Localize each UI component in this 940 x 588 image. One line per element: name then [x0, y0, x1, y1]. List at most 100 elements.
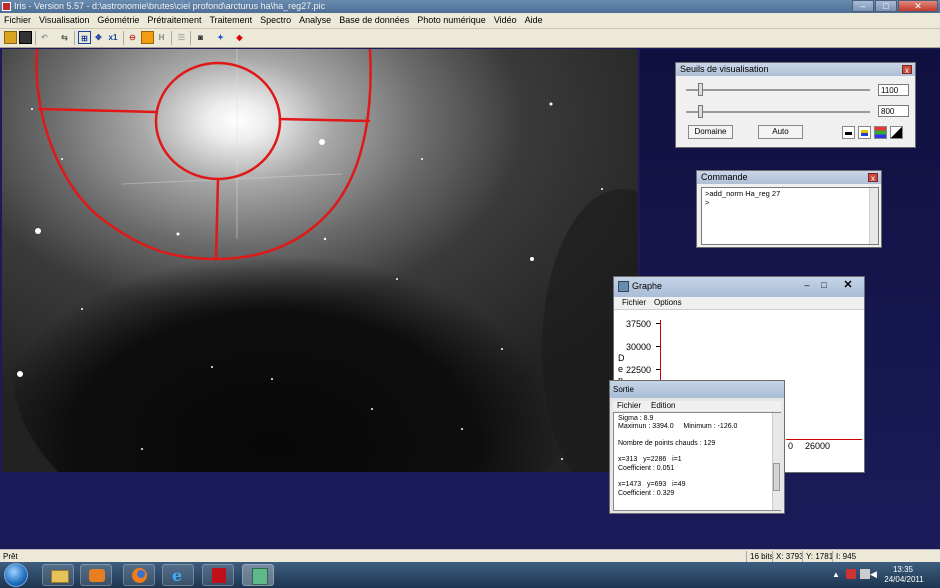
undo-icon[interactable]: ↶	[38, 31, 51, 44]
iris-icon[interactable]	[242, 564, 274, 586]
sortie-menu-edition[interactable]: Edition	[651, 401, 675, 410]
sortie-line: Coefficient : 0.329	[618, 489, 675, 497]
crosshair-icon[interactable]: ✦	[214, 31, 227, 44]
toolbar: ↶ ⇆ ⊞ ✥ x1 ⊖ H ☰ ◙ ✦ ◆	[0, 29, 940, 48]
menu-aide[interactable]: Aide	[521, 13, 547, 28]
graphe-menu-fichier[interactable]: Fichier	[622, 298, 646, 307]
graphe-minimize-button[interactable]: –	[800, 280, 814, 291]
sortie-line: x=313 y=2286 i=1	[618, 456, 682, 464]
start-button[interactable]	[4, 563, 28, 587]
explorer-icon[interactable]	[42, 564, 74, 586]
firefox-icon[interactable]	[123, 564, 155, 586]
move-icon[interactable]: ✥	[92, 31, 105, 44]
blue-yellow-palette-icon[interactable]	[858, 126, 871, 139]
y-tick-22500: 22500	[626, 365, 652, 375]
sortie-line: x=1473 y=693 i=49	[618, 481, 686, 489]
tray-flag-icon[interactable]	[846, 569, 856, 579]
h-icon[interactable]: H	[155, 31, 168, 44]
x1-icon[interactable]: x1	[106, 31, 120, 44]
sortie-line	[618, 448, 776, 456]
menu-traitement[interactable]: Traitement	[205, 13, 256, 28]
menu-geometrie[interactable]: Géométrie	[93, 13, 143, 28]
graphe-maximize-button[interactable]: □	[817, 280, 831, 291]
red-dot-icon[interactable]: ◆	[233, 31, 246, 44]
status-y: Y: 1781	[802, 551, 833, 562]
y-tick-37500: 37500	[626, 319, 652, 329]
high-threshold-input[interactable]: 1100	[878, 84, 909, 96]
menu-photo-numerique[interactable]: Photo numérique	[413, 13, 490, 28]
domaine-button[interactable]: Domaine	[688, 125, 733, 139]
graph-baseline	[786, 439, 862, 440]
rgb-palette-icon[interactable]	[874, 126, 887, 139]
sortie-line	[618, 473, 776, 481]
x-tick-26000: 26000	[805, 441, 831, 451]
acrobat-icon[interactable]	[202, 564, 234, 586]
menu-video[interactable]: Vidéo	[490, 13, 521, 28]
status-text: Prêt	[3, 552, 18, 561]
sortie-line: Nombre de points chauds : 129	[618, 439, 716, 447]
tray-volume-icon[interactable]: ◀	[870, 569, 880, 579]
sortie-scrollbar[interactable]	[772, 413, 781, 510]
y-label-d: D	[618, 353, 625, 363]
media-player-icon[interactable]	[80, 564, 112, 586]
command-input[interactable]: >add_norm Ha_reg 27 >	[701, 187, 879, 245]
save-icon[interactable]	[19, 31, 32, 44]
open-icon[interactable]	[4, 31, 17, 44]
graphe-menu-options[interactable]: Options	[654, 298, 682, 307]
high-slider-thumb[interactable]	[698, 83, 703, 96]
black-palette-icon[interactable]	[842, 126, 855, 139]
menu-pretraitement[interactable]: Prétraitement	[143, 13, 205, 28]
status-x: X: 3793	[772, 551, 804, 562]
tray-network-icon[interactable]	[860, 569, 870, 579]
grid-icon[interactable]: ⊞	[78, 31, 91, 44]
clock-date: 24/04/2011	[884, 575, 924, 584]
ie-icon[interactable]: e	[162, 564, 194, 586]
sortie-scroll-thumb[interactable]	[773, 463, 780, 491]
close-button[interactable]: ✕	[898, 0, 938, 12]
sortie-line: Coefficient : 0.051	[618, 464, 675, 472]
menu-analyse[interactable]: Analyse	[295, 13, 335, 28]
command-scrollbar[interactable]	[869, 188, 878, 244]
window-title: Iris - Version 5.57 - d:\astronomie\brut…	[14, 1, 326, 11]
commande-window: Commande x >add_norm Ha_reg 27 >	[696, 170, 882, 248]
gradient-palette-icon[interactable]	[890, 126, 903, 139]
title-bar: Iris - Version 5.57 - d:\astronomie\brut…	[0, 0, 940, 13]
high-slider-track[interactable]	[686, 89, 870, 91]
menu-spectro[interactable]: Spectro	[256, 13, 295, 28]
tray-arrow-icon[interactable]: ▲	[832, 570, 844, 580]
status-i: I: 945	[832, 551, 856, 562]
graphe-close-button[interactable]: ✕	[834, 278, 862, 292]
menu-visualisation[interactable]: Visualisation	[35, 13, 93, 28]
scope-icon[interactable]: ⊖	[126, 31, 139, 44]
y-label-e: e	[618, 364, 624, 374]
commande-close-button[interactable]: x	[868, 173, 878, 183]
status-bits: 16 bits	[746, 551, 774, 562]
menu-base-de-donnees[interactable]: Base de données	[335, 13, 413, 28]
menu-fichier[interactable]: Fichier	[0, 13, 35, 28]
low-slider-thumb[interactable]	[698, 105, 703, 118]
x-tick-partial: 0	[788, 441, 794, 451]
list-icon[interactable]: ☰	[175, 31, 188, 44]
sortie-menu-fichier[interactable]: Fichier	[617, 401, 641, 410]
sortie-line	[618, 432, 776, 440]
astro-image	[2, 49, 638, 472]
image-canvas[interactable]	[2, 49, 638, 472]
maximize-button[interactable]: □	[875, 0, 897, 12]
y-tick-30000: 30000	[626, 342, 652, 352]
auto-button[interactable]: Auto	[758, 125, 803, 139]
seuils-close-button[interactable]: x	[902, 65, 912, 75]
low-threshold-input[interactable]: 800	[878, 105, 909, 117]
sortie-output[interactable]: Sigma : 8.9 Maximun : 3394.0 Minimum : -1…	[613, 412, 781, 511]
camera-icon[interactable]: ◙	[194, 31, 207, 44]
app-icon	[2, 2, 11, 11]
clock-time: 13:35	[892, 565, 914, 574]
taskbar: e ▲ ◀ 13:35 24/04/2011	[0, 562, 940, 588]
seuils-title: Seuils de visualisation	[676, 63, 915, 76]
low-slider-track[interactable]	[686, 111, 870, 113]
commande-title: Commande	[697, 171, 881, 184]
sortie-window: Sortie Fichier Edition Sigma : 8.9 Maximu…	[609, 380, 785, 514]
swap-icon[interactable]: ⇆	[58, 31, 71, 44]
sortie-line: Sigma : 8.9	[618, 415, 654, 422]
square-icon[interactable]	[141, 31, 154, 44]
minimize-button[interactable]: –	[852, 0, 874, 12]
